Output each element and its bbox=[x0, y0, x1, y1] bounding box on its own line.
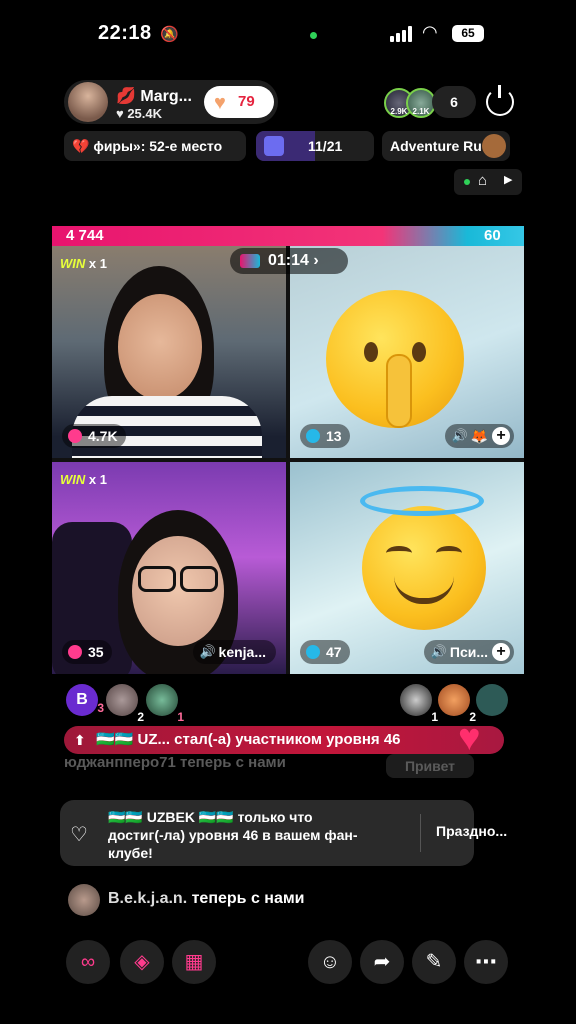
clock: 22:18 bbox=[98, 22, 152, 44]
link-icon[interactable]: ∞ bbox=[66, 940, 110, 984]
share-icon[interactable]: ➦ bbox=[360, 940, 404, 984]
progress-chip[interactable]: 11/21 bbox=[256, 131, 374, 161]
video-cell-2[interactable]: 13 🔊 🦊 + bbox=[290, 246, 524, 458]
divider bbox=[420, 814, 421, 852]
joined-username[interactable]: B.e.k.j.a.n. bbox=[108, 890, 187, 907]
gifter-avatar[interactable]: 2 bbox=[106, 684, 144, 724]
magic-wand-icon[interactable]: ✎ bbox=[412, 940, 456, 984]
glasses-left bbox=[138, 566, 176, 592]
live-dot bbox=[464, 179, 470, 185]
heart-outline-icon: ♡ bbox=[70, 824, 88, 846]
camera-indicator bbox=[310, 32, 317, 39]
host-avatar[interactable] bbox=[68, 82, 108, 122]
speaker-icon: 🔊 bbox=[199, 644, 216, 659]
halo-face-emoji bbox=[362, 506, 486, 630]
celebrate-button[interactable]: Праздно... bbox=[436, 823, 507, 839]
halo bbox=[360, 486, 484, 516]
battery-indicator: 65 bbox=[452, 25, 484, 42]
video-cell-4[interactable]: 47 🔊 Пси... + bbox=[290, 462, 524, 674]
left-score: 4 744 bbox=[66, 227, 104, 244]
viewer-score: 2.1K bbox=[412, 107, 430, 116]
controller-icon[interactable]: ☺ bbox=[308, 940, 352, 984]
battle-grid: 01:14 › WIN x 1 4.7K 13 🔊 🦊 + WIN x 1 35 🔊… bbox=[52, 246, 524, 674]
joined-text: теперь с нами bbox=[187, 890, 305, 907]
status-bar: 22:18 🔕 ◠ 65 bbox=[0, 0, 576, 70]
gift-badge[interactable]: 4.7K bbox=[62, 424, 126, 448]
wifi-icon: ◠ bbox=[422, 22, 438, 42]
trophy-icon bbox=[264, 136, 284, 156]
add-icon[interactable]: + bbox=[492, 643, 510, 661]
heart-badge-icon: ♥ bbox=[458, 717, 481, 759]
heart-icon: ♥ bbox=[214, 92, 226, 114]
face bbox=[118, 294, 202, 400]
adventure-chip[interactable]: Adventure Ru bbox=[382, 131, 510, 161]
more-icon[interactable]: ⋯ bbox=[464, 940, 508, 984]
rank-text: ɸиры»: 52-е место bbox=[93, 138, 223, 154]
gifter-avatar[interactable]: 1 bbox=[146, 684, 184, 724]
broken-heart-icon: 💔 bbox=[72, 138, 90, 154]
add-icon[interactable]: + bbox=[492, 427, 510, 445]
win-label: WIN x 1 bbox=[60, 256, 107, 271]
video-cell-3[interactable]: WIN x 1 35 🔊 kenja... bbox=[52, 462, 286, 674]
fanclub-notice: ♡ 🇺🇿🇺🇿 UZBEK 🇺🇿🇺🇿 только что достиг(-ла)… bbox=[60, 800, 507, 866]
guest-name-pill[interactable]: 🔊 Пси... + bbox=[423, 640, 514, 664]
fan-club-button[interactable]: ♥ 79 bbox=[204, 86, 274, 118]
bear-icon bbox=[482, 134, 506, 158]
signal-icon bbox=[390, 26, 416, 42]
battle-icon[interactable]: ◈ bbox=[120, 940, 164, 984]
grid-icon[interactable]: ▦ bbox=[172, 940, 216, 984]
gifter-avatar[interactable]: 1 bbox=[400, 684, 438, 724]
banner-text: 🇺🇿🇺🇿 UZ... стал(-а) участником уровня 46 bbox=[96, 731, 401, 748]
notice-text: 🇺🇿🇺🇿 UZBEK 🇺🇿🇺🇿 только что достиг(-ла) у… bbox=[108, 809, 358, 861]
guest-name-pill[interactable]: 🔊 kenja... bbox=[192, 640, 276, 664]
arrow-right-icon: ▶ bbox=[504, 174, 513, 186]
video-cell-1[interactable]: WIN x 1 4.7K bbox=[52, 246, 286, 458]
rank-chip[interactable]: 💔 ɸиры»: 52-е место bbox=[64, 131, 246, 161]
faded-comment: юджанпперо71 теперь с нами bbox=[64, 754, 286, 771]
gifter-avatar[interactable]: B3 bbox=[66, 684, 104, 716]
adventure-text: Adventure Ru bbox=[390, 138, 482, 154]
mute-bell-icon: 🔕 bbox=[160, 26, 179, 43]
timer-text: 01:14 bbox=[268, 252, 309, 269]
gift-icon bbox=[68, 645, 82, 659]
gift-badge[interactable]: 35 bbox=[62, 640, 112, 664]
right-score: 60 bbox=[484, 227, 501, 244]
host-name: 💋 Marg... bbox=[116, 88, 192, 105]
battle-icon bbox=[240, 254, 260, 268]
speaker-icon: 🔊 bbox=[451, 428, 468, 443]
arrow-up-icon: ⬆ bbox=[74, 732, 86, 748]
speaker-icon: 🔊 bbox=[430, 644, 448, 659]
host-likes: ♥ 25.4K bbox=[116, 106, 163, 121]
progress-text: 11/21 bbox=[308, 138, 343, 154]
gift-icon bbox=[68, 429, 82, 443]
gift-icon bbox=[306, 645, 320, 659]
win-label: WIN x 1 bbox=[60, 472, 107, 487]
guest-name-pill[interactable]: 🔊 🦊 + bbox=[444, 424, 514, 448]
gift-icon bbox=[306, 429, 320, 443]
home-icon: ⌂ bbox=[478, 172, 488, 189]
gift-badge[interactable]: 47 bbox=[300, 640, 350, 664]
battle-score-bar bbox=[52, 226, 524, 246]
viewer-score: 2.9K bbox=[390, 107, 408, 116]
power-icon[interactable] bbox=[486, 85, 514, 116]
gifter-avatar[interactable]: 2 bbox=[438, 684, 476, 724]
shushing-face-emoji bbox=[326, 290, 464, 428]
faded-hello-button: Привет bbox=[386, 754, 474, 778]
room-button[interactable]: ⌂ ▶ bbox=[454, 169, 522, 195]
gift-badge[interactable]: 13 bbox=[300, 424, 350, 448]
battle-timer[interactable]: 01:14 › bbox=[230, 248, 348, 274]
level-banner[interactable]: ⬆ 🇺🇿🇺🇿 UZ... стал(-а) участником уровня … bbox=[64, 726, 504, 754]
glasses-right bbox=[180, 566, 218, 592]
viewer-count[interactable]: 6 bbox=[432, 86, 476, 118]
fan-count: 79 bbox=[238, 93, 255, 110]
avatar[interactable] bbox=[68, 884, 100, 916]
gifter-avatar[interactable] bbox=[476, 684, 508, 716]
